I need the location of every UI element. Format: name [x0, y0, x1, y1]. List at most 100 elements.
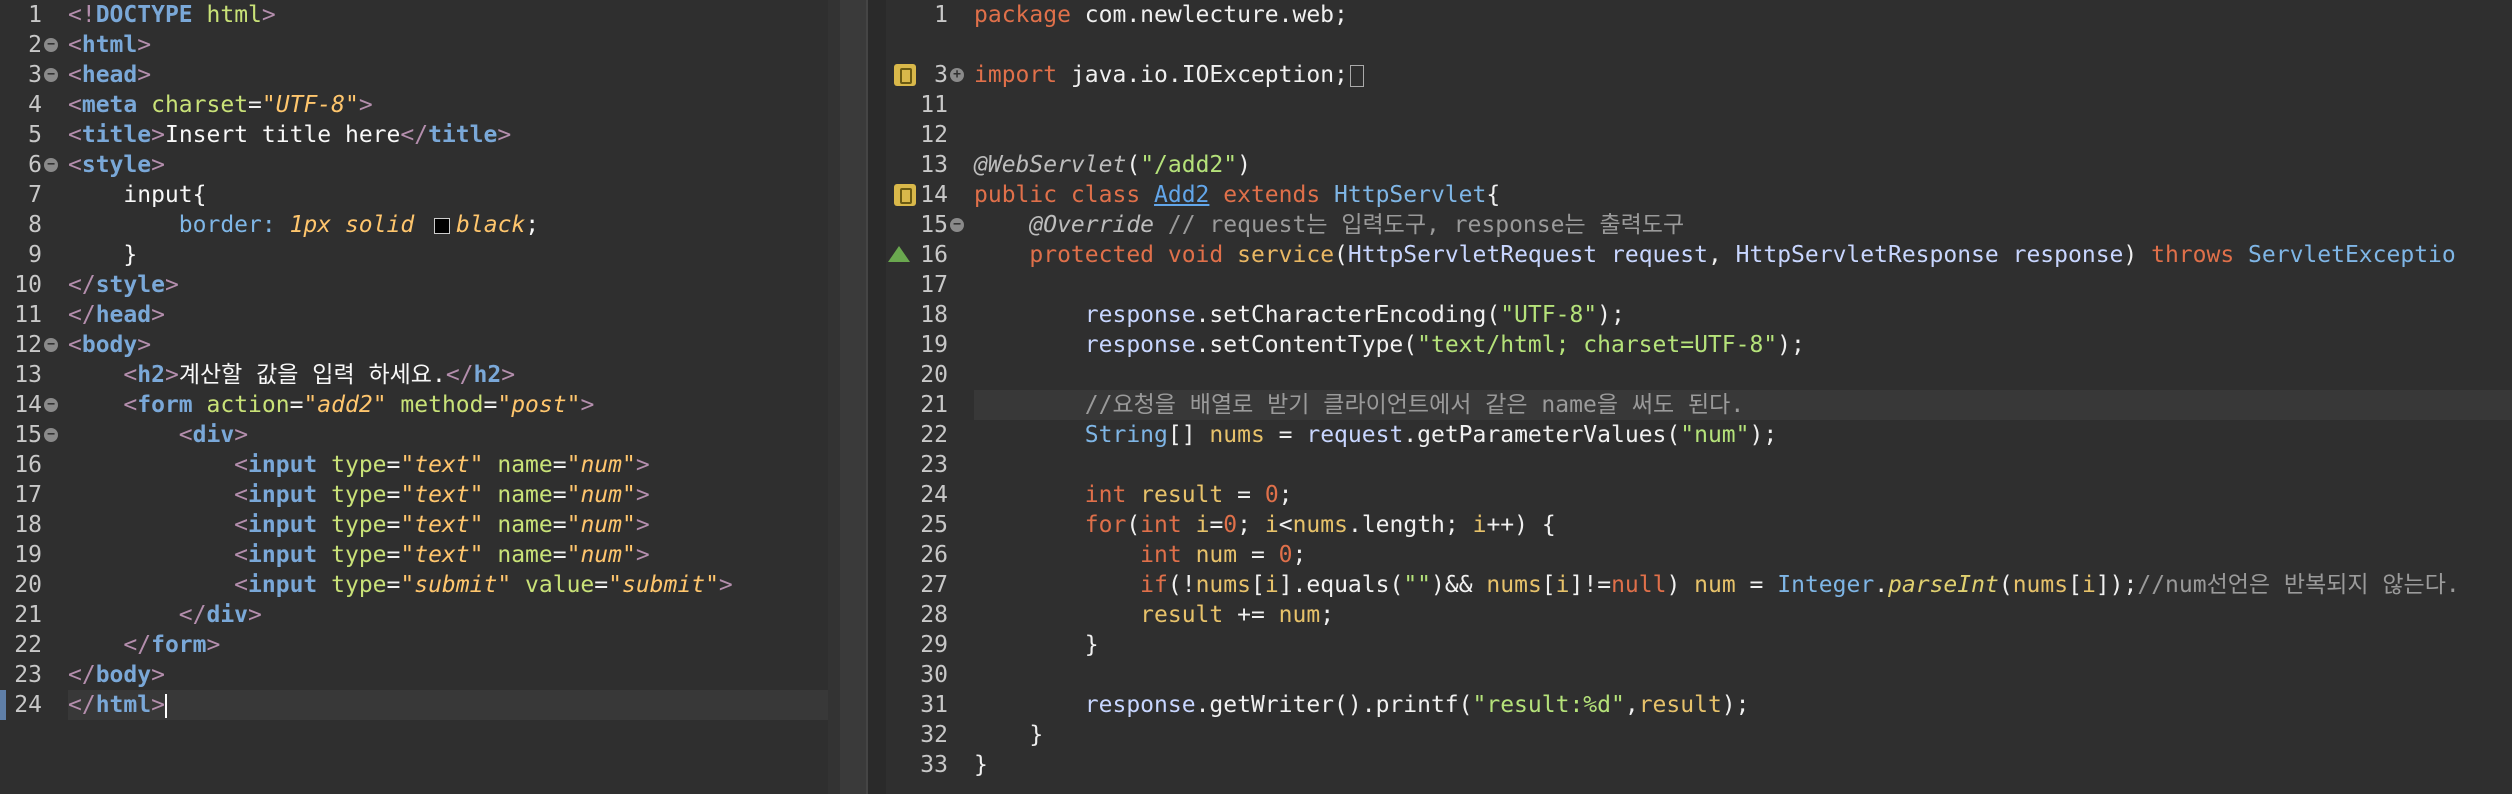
code-line[interactable]: response.setCharacterEncoding("UTF-8"); [974, 300, 2512, 330]
code-line[interactable]: border: 1px solid black; [68, 210, 828, 240]
code-line[interactable]: if(!nums[i].equals("")&& nums[i]!=null) … [974, 570, 2512, 600]
code-line[interactable]: <style> [68, 150, 828, 180]
code-line[interactable]: } [974, 630, 2512, 660]
code-line[interactable]: <html> [68, 30, 828, 60]
code-line[interactable]: } [974, 750, 2512, 780]
code-line[interactable]: </head> [68, 300, 828, 330]
code-token: form [137, 392, 193, 418]
collapse-icon[interactable]: − [44, 338, 58, 352]
html-editor-pane[interactable]: 1 2−3−4 5 6−7 8 9 10 11 12−13 14−15−16 17 18 19 20 21 2… [0, 0, 828, 794]
code-line[interactable] [974, 270, 2512, 300]
code-line[interactable]: <form action="add2" method="post"> [68, 390, 828, 420]
code-line[interactable]: </style> [68, 270, 828, 300]
code-line[interactable]: <meta charset="UTF-8"> [68, 90, 828, 120]
collapse-icon[interactable]: − [44, 398, 58, 412]
collapse-icon[interactable]: − [44, 428, 58, 442]
code-line[interactable]: <input type="text" name="num"> [68, 510, 828, 540]
code-line[interactable]: <input type="text" name="num"> [68, 540, 828, 570]
code-token: "" [1403, 572, 1432, 598]
code-token: = [552, 482, 567, 508]
code-token: .setContentType( [1195, 332, 1418, 358]
code-line[interactable]: <head> [68, 60, 828, 90]
collapse-icon[interactable]: − [950, 218, 964, 232]
code-token: = [552, 452, 567, 478]
override-icon[interactable] [888, 246, 910, 262]
code-token: import [974, 62, 1058, 88]
code-line[interactable]: <h2>계산할 값을 입력 하세요.</h2> [68, 360, 828, 390]
code-token: )&& [1431, 572, 1487, 598]
code-token: < [234, 542, 249, 568]
code-line[interactable]: response.setContentType("text/html; char… [974, 330, 2512, 360]
code-line[interactable] [974, 660, 2512, 690]
code-line[interactable]: <body> [68, 330, 828, 360]
code-line[interactable]: } [68, 240, 828, 270]
line-number: 3 [28, 62, 42, 88]
line-number-gutter: 1 3 +11 12 13 14 15−16 17 18 19 20 21 22 23 24 25 26 27 28… [886, 0, 968, 794]
code-line[interactable]: </body> [68, 660, 828, 690]
code-line[interactable]: @Override // request는 입력도구, response는 출력… [974, 210, 2512, 240]
code-token: i [1195, 512, 1210, 538]
code-token: ].equals( [1278, 572, 1404, 598]
code-token: type [331, 572, 387, 598]
code-token: (! [1167, 572, 1196, 598]
code-line[interactable]: <title>Insert title here</title> [68, 120, 828, 150]
code-token: ); [1777, 332, 1805, 358]
line-number: 20 [920, 362, 948, 388]
code-line[interactable]: </html> [68, 690, 828, 720]
code-line[interactable]: } [974, 720, 2512, 750]
code-token: extends [1209, 182, 1335, 208]
code-line[interactable]: public class Add2 extends HttpServlet{ [974, 180, 2512, 210]
code-token: "result:%d" [1472, 692, 1625, 718]
code-line[interactable]: <!DOCTYPE html> [68, 0, 828, 30]
code-line[interactable]: package com.newlecture.web; [974, 0, 2512, 30]
code-line[interactable]: </form> [68, 630, 828, 660]
code-line[interactable] [974, 120, 2512, 150]
collapse-icon[interactable]: − [44, 38, 58, 52]
code-line[interactable]: int num = 0; [974, 540, 2512, 570]
code-line[interactable]: @WebServlet("/add2") [974, 150, 2512, 180]
line-number: 30 [920, 662, 948, 688]
code-line[interactable]: <input type="text" name="num"> [68, 480, 828, 510]
code-line[interactable] [974, 450, 2512, 480]
code-token: = [594, 572, 609, 598]
editor-split-divider[interactable] [828, 0, 888, 794]
line-number [906, 30, 948, 60]
code-line[interactable]: <input type="submit" value="submit"> [68, 570, 828, 600]
collapse-icon[interactable]: − [44, 68, 58, 82]
left-scrollbar[interactable] [828, 0, 840, 794]
code-line[interactable] [974, 90, 2512, 120]
code-line[interactable]: response.getWriter().printf("result:%d",… [974, 690, 2512, 720]
warning-icon[interactable] [894, 184, 916, 206]
code-line[interactable]: </div> [68, 600, 828, 630]
code-line[interactable] [974, 360, 2512, 390]
expand-icon[interactable]: + [950, 68, 964, 82]
code-line[interactable]: <input type="text" name="num"> [68, 450, 828, 480]
warning-icon[interactable] [894, 64, 916, 86]
code-line[interactable]: //요청을 배열로 받기 클라이언트에서 같은 name을 써도 된다. [974, 390, 2512, 420]
code-token: < [234, 452, 249, 478]
code-line[interactable] [974, 30, 2512, 60]
code-line[interactable]: for(int i=0; i<nums.length; i++) { [974, 510, 2512, 540]
code-line[interactable]: import java.io.IOException; [974, 60, 2512, 90]
line-number: 20 [14, 572, 42, 598]
code-line[interactable]: <div> [68, 420, 828, 450]
code-token: Integer [1777, 572, 1875, 598]
code-line[interactable]: String[] nums = request.getParameterValu… [974, 420, 2512, 450]
code-line[interactable]: result += num; [974, 600, 2512, 630]
java-editor-pane[interactable]: 1 3 +11 12 13 14 15−16 17 18 19 20 21 22 23 24 25 26 27 28… [886, 0, 2512, 794]
code-line[interactable]: protected void service(HttpServletReques… [974, 240, 2512, 270]
code-token: charset [151, 92, 249, 118]
folded-block-icon[interactable] [1349, 64, 1364, 87]
code-line[interactable]: input{ [68, 180, 828, 210]
collapse-icon[interactable]: − [44, 158, 58, 172]
code-token: form [151, 632, 207, 658]
code-token: < [68, 92, 82, 118]
code-line[interactable]: int result = 0; [974, 480, 2512, 510]
